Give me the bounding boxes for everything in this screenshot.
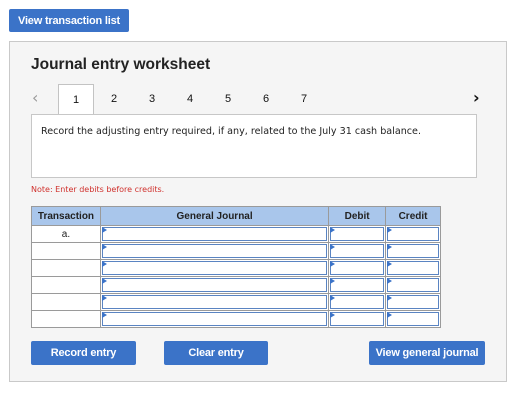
transaction-cell: [31, 259, 101, 277]
table-row: [31, 242, 441, 260]
table-row: [31, 293, 441, 311]
table-header-row: Transaction General Journal Debit Credit: [31, 206, 441, 226]
transaction-cell: [31, 310, 101, 328]
transaction-cell: [31, 242, 101, 260]
view-general-journal-button[interactable]: View general journal: [369, 341, 485, 365]
table-row: [31, 310, 441, 328]
account-input[interactable]: [99, 242, 330, 260]
tab-5[interactable]: 5: [210, 85, 246, 112]
table-row: [31, 259, 441, 277]
header-credit: Credit: [385, 206, 441, 226]
header-debit: Debit: [328, 206, 387, 226]
debit-input[interactable]: [328, 310, 387, 328]
credit-input[interactable]: [385, 259, 441, 277]
debit-input[interactable]: [328, 293, 387, 311]
header-transaction: Transaction: [31, 206, 101, 226]
prompt-box: Record the adjusting entry required, if …: [31, 114, 477, 178]
journal-table: Transaction General Journal Debit Credit…: [31, 206, 441, 328]
view-transaction-list-button[interactable]: View transaction list: [9, 9, 129, 32]
transaction-cell: [31, 293, 101, 311]
account-input[interactable]: [99, 276, 330, 294]
credit-input[interactable]: [385, 225, 441, 243]
credit-input[interactable]: [385, 242, 441, 260]
tab-6[interactable]: 6: [248, 85, 284, 112]
tab-3[interactable]: 3: [134, 85, 170, 112]
credit-input[interactable]: [385, 276, 441, 294]
debit-input[interactable]: [328, 276, 387, 294]
transaction-cell: a.: [31, 225, 101, 243]
debit-input[interactable]: [328, 259, 387, 277]
debit-input[interactable]: [328, 242, 387, 260]
chevron-left-icon[interactable]: ‹: [32, 88, 38, 107]
tab-4[interactable]: 4: [172, 85, 208, 112]
tab-2[interactable]: 2: [96, 85, 132, 112]
chevron-right-icon[interactable]: ›: [473, 88, 480, 107]
tab-7[interactable]: 7: [286, 85, 322, 112]
table-row: a.: [31, 225, 441, 243]
debit-input[interactable]: [328, 225, 387, 243]
credit-input[interactable]: [385, 310, 441, 328]
account-input[interactable]: [99, 293, 330, 311]
record-entry-button[interactable]: Record entry: [31, 341, 136, 365]
tab-1[interactable]: 1: [58, 84, 94, 115]
account-input[interactable]: [99, 310, 330, 328]
worksheet-title: Journal entry worksheet: [31, 56, 211, 73]
table-row: [31, 276, 441, 294]
debits-note: Note: Enter debits before credits.: [31, 185, 165, 194]
credit-input[interactable]: [385, 293, 441, 311]
prompt-text: Record the adjusting entry required, if …: [41, 126, 422, 137]
account-input[interactable]: [99, 225, 330, 243]
header-general-journal: General Journal: [99, 206, 330, 226]
account-input[interactable]: [99, 259, 330, 277]
clear-entry-button[interactable]: Clear entry: [164, 341, 268, 365]
transaction-cell: [31, 276, 101, 294]
